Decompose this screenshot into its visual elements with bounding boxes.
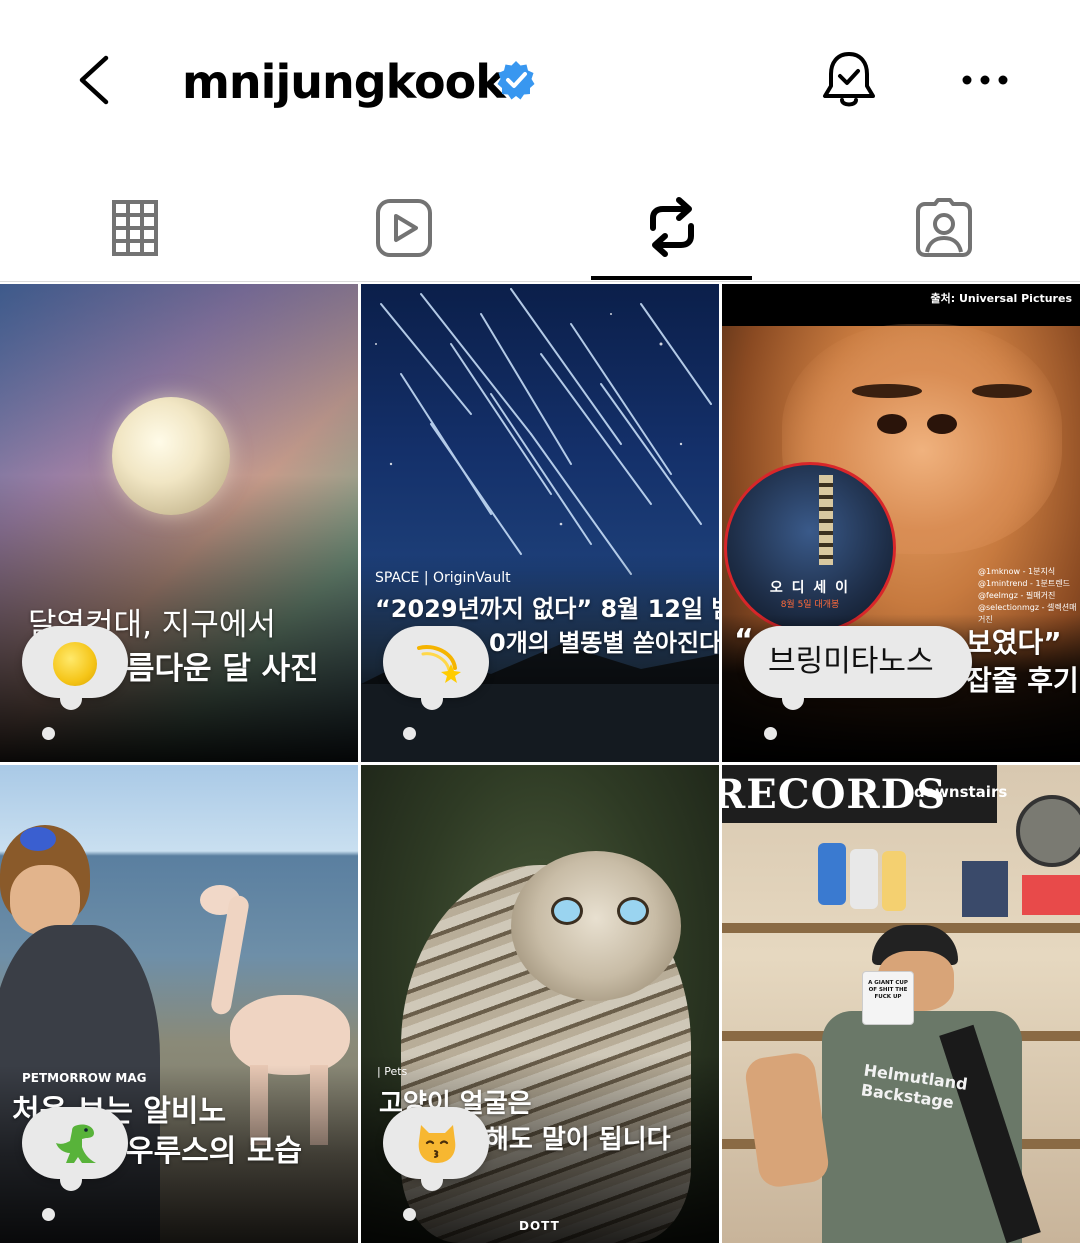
active-tab-indicator: [591, 276, 752, 280]
back-button[interactable]: [70, 50, 130, 110]
post-tile-owl-cat[interactable]: | Pets 고양이 얼굴은 해도 말이 됩니다 DOTT: [361, 765, 719, 1243]
post-kicker: | Pets: [377, 1065, 408, 1078]
post-tile-albino-dinosaur[interactable]: PETMORROW MAG 처음 보는 알비노 우루스의 모습: [0, 765, 358, 1243]
owl-face-image: [511, 851, 681, 1001]
tabs-divider: [0, 281, 1080, 282]
t-rex-emoji-icon: [56, 1124, 96, 1163]
notifications-button[interactable]: [820, 50, 878, 112]
post-tile-record-store[interactable]: RECORDS downstairs A GIANT CUP OF SHIT T…: [722, 765, 1080, 1243]
watermark-logo: DOTT: [519, 1219, 560, 1233]
tab-reposts[interactable]: [571, 180, 771, 280]
post-caption-line2: 잡줄 후기: [966, 664, 1079, 697]
post-tile-meteor-shower[interactable]: SPACE | OriginVault “2029년까지 없다” 8월 12일 …: [361, 284, 719, 762]
tab-reels[interactable]: [303, 180, 503, 280]
ellipsis-icon: [962, 75, 1008, 85]
post-caption-line2: 해도 말이 됩니다: [485, 1125, 671, 1155]
post-caption-line1: 보였다”: [966, 626, 1062, 659]
moon-image: [112, 397, 230, 515]
bell-check-icon: [823, 52, 875, 107]
poster-date: 8월 5일 대개봉: [780, 600, 840, 610]
profile-header: mnijungkook: [0, 0, 1080, 160]
post-caption-line2: 우루스의 모습: [126, 1134, 303, 1169]
post-caption-line2: 름다운 달 사진: [126, 651, 319, 687]
tagged-person-icon: [916, 198, 972, 257]
profile-tabs: [0, 180, 1080, 284]
post-tile-movie-review[interactable]: 출처: Universal Pictures 오 디 세 이 8월 5일 대개봉…: [722, 284, 1080, 762]
profile-username: mnijungkook: [182, 55, 506, 109]
post-source-credit: 출처: Universal Pictures: [930, 292, 1072, 305]
comet-emoji-icon: [417, 645, 461, 683]
more-options-button[interactable]: [955, 60, 1015, 100]
post-kicker: SPACE | OriginVault: [375, 570, 511, 586]
repost-icon: [650, 197, 694, 257]
poster-title: 오 디 세 이: [769, 580, 851, 596]
play-icon: [376, 199, 432, 257]
post-tile-moon[interactable]: 달영컨대, 지구에서 름다운 달 사진: [0, 284, 358, 762]
store-sign-image: RECORDS downstairs: [722, 765, 1007, 823]
kissing-cat-emoji-icon: [418, 1125, 456, 1163]
tab-posts-grid[interactable]: [35, 180, 235, 280]
moon-emoji-icon: [53, 642, 97, 686]
inset-poster-circle: 오 디 세 이 8월 5일 대개봉: [724, 462, 896, 634]
heart-clip-icon: [20, 827, 56, 851]
note-text: 브링미타노스: [768, 644, 934, 679]
post-brand: PETMORROW MAG: [22, 1071, 147, 1085]
tab-tagged[interactable]: [843, 180, 1043, 280]
chevron-left-icon: [79, 55, 109, 105]
verified-badge-icon: [495, 59, 537, 101]
mug-image: A GIANT CUP OF SHIT THE FUCK UP: [862, 971, 914, 1025]
grid-icon: [112, 200, 158, 256]
post-caption-line2: 0개의 별똥별 쏟아진다: [489, 629, 719, 657]
